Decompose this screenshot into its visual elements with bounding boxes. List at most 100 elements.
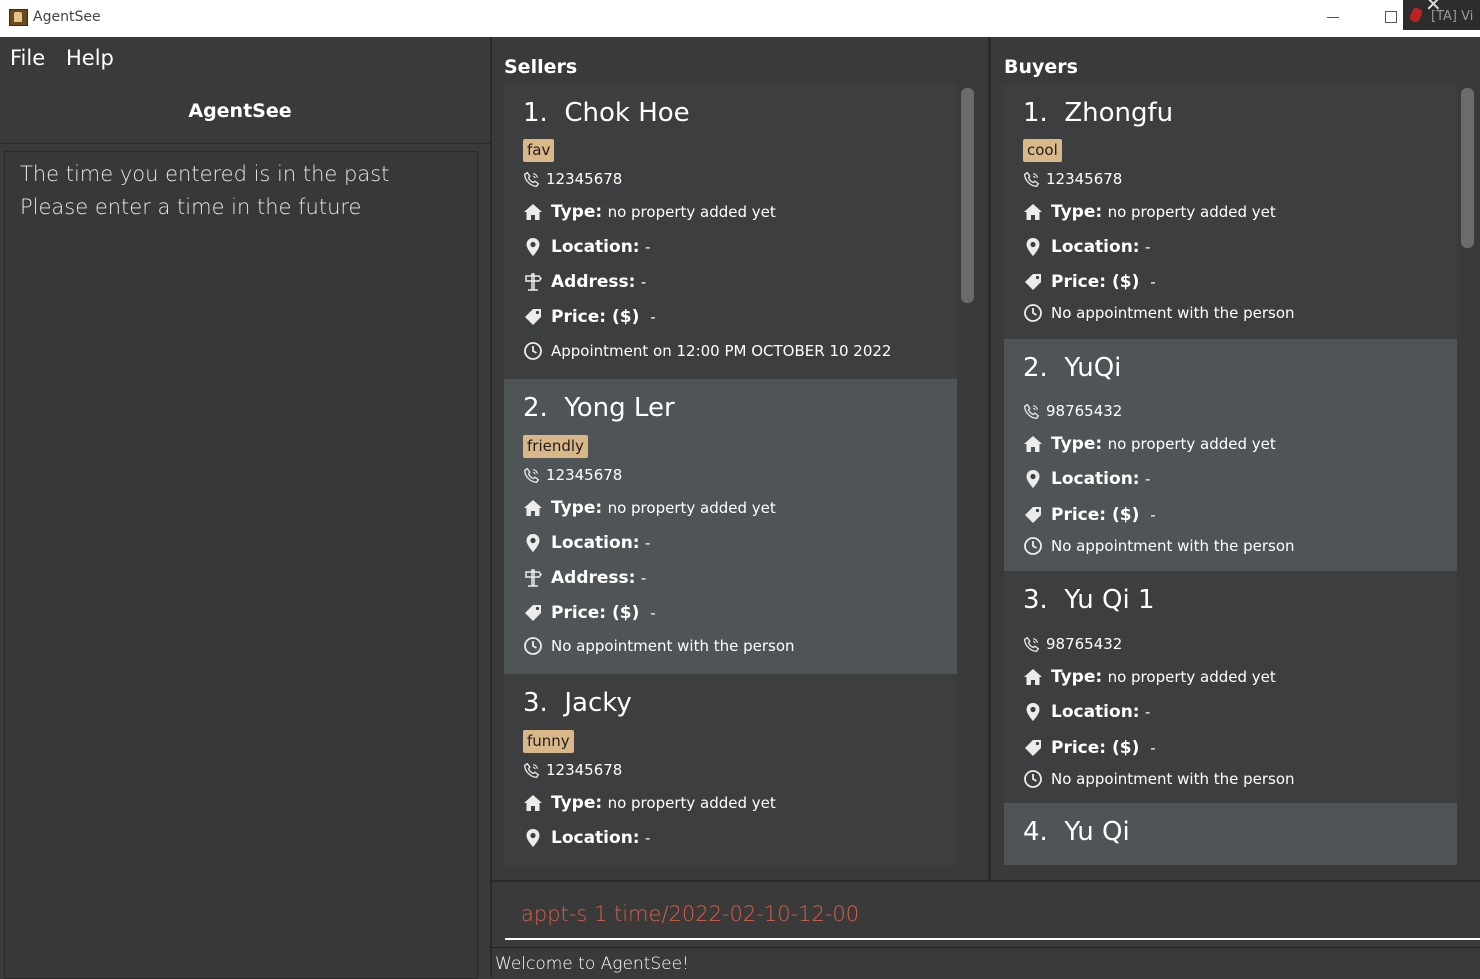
- person-name: 1. Chok Hoe: [523, 98, 690, 128]
- tag-badge: fav: [523, 139, 555, 162]
- clock-icon: [1023, 303, 1043, 323]
- microphone-icon: [1408, 6, 1424, 24]
- menu-file[interactable]: File: [10, 46, 45, 70]
- overlay-label: [TA] Vi: [1431, 9, 1474, 24]
- person-name: 4. Yu Qi: [1023, 817, 1130, 847]
- buyer-card[interactable]: 3. Yu Qi 1 98765432 Type: no property ad…: [1004, 571, 1457, 803]
- command-input-underline: [505, 938, 1480, 940]
- type-row: Type: no property added yet: [1023, 434, 1276, 458]
- house-icon: [1023, 434, 1043, 454]
- price-row: Price: ($) -: [523, 307, 656, 331]
- person-name: 3. Yu Qi 1: [1023, 585, 1155, 615]
- split-divider-left[interactable]: [490, 37, 492, 977]
- title-bar: AgentSee ✕ [TA] Vi: [0, 0, 1480, 37]
- command-input[interactable]: appt-s 1 time/2022-02-10-12-00: [521, 902, 859, 926]
- sellers-list[interactable]: 1. Chok Hoe fav 12345678 Type: no proper…: [504, 84, 957, 865]
- type-row: Type: no property added yet: [1023, 202, 1276, 226]
- status-bar: Welcome to AgentSee!: [492, 947, 1480, 978]
- location-pin-icon: [1023, 702, 1043, 722]
- location-row: Location: -: [1023, 237, 1150, 261]
- location-row: Location: -: [523, 237, 650, 261]
- buyer-card[interactable]: 4. Yu Qi: [1004, 803, 1457, 865]
- house-icon: [523, 793, 543, 813]
- signpost-icon: [523, 272, 543, 292]
- overlay-window[interactable]: ✕ [TA] Vi: [1403, 0, 1480, 30]
- app-heading: AgentSee: [188, 100, 292, 122]
- person-name: 2. Yong Ler: [523, 393, 675, 423]
- location-row: Location: -: [523, 828, 650, 852]
- person-name: 1. Zhongfu: [1023, 98, 1174, 128]
- tag-badge: funny: [523, 730, 574, 753]
- type-row: Type: no property added yet: [523, 202, 776, 226]
- buyers-list[interactable]: 1. Zhongfu cool 12345678 Type: no proper…: [1004, 84, 1457, 865]
- location-row: Location: -: [1023, 469, 1150, 493]
- phone-icon: [1023, 171, 1040, 188]
- phone-row: 98765432: [1023, 635, 1122, 659]
- buyer-card[interactable]: 2. YuQi 98765432 Type: no property added…: [1004, 339, 1457, 571]
- appointment-row: No appointment with the person: [523, 636, 795, 660]
- phone-icon: [1023, 636, 1040, 653]
- maximize-button[interactable]: [1385, 11, 1397, 23]
- phone-icon: [523, 762, 540, 779]
- phone-icon: [1023, 403, 1040, 420]
- command-box[interactable]: appt-s 1 time/2022-02-10-12-00: [492, 880, 1480, 947]
- sellers-scrollbar[interactable]: [961, 88, 974, 303]
- price-row: Price: ($) -: [523, 603, 656, 627]
- buyers-scrollbar[interactable]: [1461, 88, 1474, 248]
- appointment-row: No appointment with the person: [1023, 536, 1295, 560]
- person-name: 3. Jacky: [523, 688, 632, 718]
- clock-icon: [1023, 536, 1043, 556]
- person-name: 2. YuQi: [1023, 353, 1122, 383]
- type-row: Type: no property added yet: [1023, 667, 1276, 691]
- result-line-2: Please enter a time in the future: [20, 195, 362, 219]
- sellers-title: Sellers: [504, 56, 578, 78]
- menu-bar: File Help: [0, 37, 490, 81]
- location-row: Location: -: [523, 533, 650, 557]
- house-icon: [523, 202, 543, 222]
- signpost-icon: [523, 568, 543, 588]
- address-row: Address: -: [523, 568, 646, 592]
- price-row: Price: ($) -: [1023, 272, 1156, 296]
- location-pin-icon: [523, 828, 543, 848]
- location-row: Location: -: [1023, 702, 1150, 726]
- house-icon: [1023, 202, 1043, 222]
- split-divider-right[interactable]: [988, 37, 991, 880]
- left-pane: File Help AgentSee The time you entered …: [0, 37, 490, 979]
- phone-row: 12345678: [1023, 170, 1122, 194]
- clock-icon: [1023, 769, 1043, 789]
- seller-card[interactable]: 2. Yong Ler friendly 12345678 Type: no p…: [504, 379, 957, 674]
- price-tag-icon: [523, 307, 543, 327]
- buyers-title: Buyers: [1004, 56, 1078, 78]
- result-line-1: The time you entered is in the past: [20, 162, 390, 186]
- location-pin-icon: [523, 237, 543, 257]
- app-logo-icon: [9, 9, 28, 26]
- house-icon: [1023, 667, 1043, 687]
- phone-row: 12345678: [523, 170, 622, 194]
- tag-badge: friendly: [523, 435, 588, 458]
- phone-icon: [523, 467, 540, 484]
- menu-help[interactable]: Help: [66, 46, 114, 70]
- price-tag-icon: [1023, 505, 1043, 525]
- type-row: Type: no property added yet: [523, 498, 776, 522]
- type-row: Type: no property added yet: [523, 793, 776, 817]
- location-pin-icon: [1023, 469, 1043, 489]
- price-tag-icon: [1023, 738, 1043, 758]
- appointment-row: Appointment on 12:00 PM OCTOBER 10 2022: [523, 341, 891, 365]
- status-text: Welcome to AgentSee!: [495, 954, 689, 974]
- price-row: Price: ($) -: [1023, 738, 1156, 762]
- buyer-card[interactable]: 1. Zhongfu cool 12345678 Type: no proper…: [1004, 84, 1457, 339]
- price-tag-icon: [523, 603, 543, 623]
- location-pin-icon: [1023, 237, 1043, 257]
- minimize-button[interactable]: [1327, 17, 1339, 18]
- result-display[interactable]: The time you entered is in the past Plea…: [4, 151, 478, 979]
- house-icon: [523, 498, 543, 518]
- appointment-row: No appointment with the person: [1023, 303, 1295, 327]
- phone-row: 12345678: [523, 761, 622, 785]
- phone-row: 98765432: [1023, 402, 1122, 426]
- phone-row: 12345678: [523, 466, 622, 490]
- seller-card[interactable]: 1. Chok Hoe fav 12345678 Type: no proper…: [504, 84, 957, 379]
- price-row: Price: ($) -: [1023, 505, 1156, 529]
- seller-card[interactable]: 3. Jacky funny 12345678 Type: no propert…: [504, 674, 957, 865]
- phone-icon: [523, 171, 540, 188]
- price-tag-icon: [1023, 272, 1043, 292]
